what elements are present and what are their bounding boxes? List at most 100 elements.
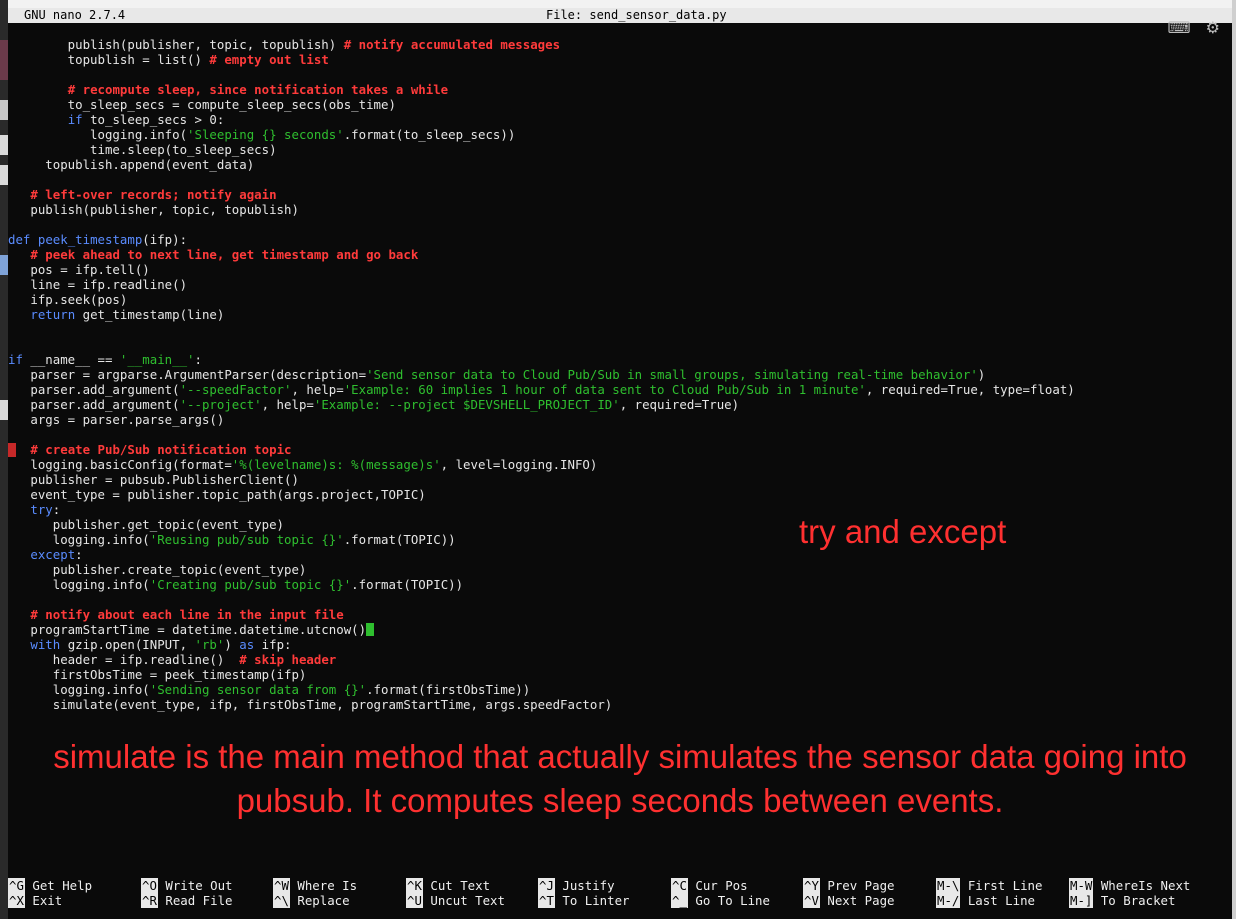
code-text: args = parser.parse_args() <box>8 412 225 427</box>
shortcut-uncut-text[interactable]: ^U Uncut Text <box>406 893 505 908</box>
shortcut-label: Prev Page <box>819 878 895 893</box>
code-line[interactable]: publish(publisher, topic, topublish) # n… <box>8 37 1075 52</box>
code-text: to_sleep_secs > 0: <box>82 112 225 127</box>
code-text: logging.info( <box>8 532 150 547</box>
terminal-top-border <box>8 0 1232 8</box>
code-line[interactable]: time.sleep(to_sleep_secs) <box>8 142 1075 157</box>
code-line[interactable]: with gzip.open(INPUT, 'rb') as ifp: <box>8 637 1075 652</box>
code-line[interactable]: firstObsTime = peek_timestamp(ifp) <box>8 667 1075 682</box>
shortcut-label: Go To Line <box>687 893 770 908</box>
code-line[interactable]: # notify about each line in the input fi… <box>8 607 1075 622</box>
keyboard-icon[interactable]: ⌨ <box>1167 18 1190 37</box>
shortcut-next-page[interactable]: ^V Next Page <box>803 893 895 908</box>
shortcut-cur-pos[interactable]: ^C Cur Pos <box>671 878 748 893</box>
code-line[interactable]: publisher.create_topic(event_type) <box>8 562 1075 577</box>
shortcut-justify[interactable]: ^J Justify <box>538 878 615 893</box>
shortcut-where-is[interactable]: ^W Where Is <box>273 878 357 893</box>
code-line[interactable]: topublish = list() # empty out list <box>8 52 1075 67</box>
shortcut-key: M-/ <box>936 893 961 908</box>
shortcut-cut-text[interactable]: ^K Cut Text <box>406 878 490 893</box>
code-line[interactable] <box>8 592 1075 607</box>
shortcut-replace[interactable]: ^\ Replace <box>273 893 350 908</box>
terminal-window[interactable]: GNU nano 2.7.4 File: send_sensor_data.py… <box>8 0 1232 919</box>
code-text: parser.add_argument( <box>8 382 180 397</box>
shortcut-first-line[interactable]: M-\ First Line <box>936 878 1042 893</box>
shortcut-key: ^O <box>141 878 158 893</box>
code-line[interactable]: header = ifp.readline() # skip header <box>8 652 1075 667</box>
file-name: File: send_sensor_data.py <box>546 8 727 22</box>
code-editor-area[interactable]: publish(publisher, topic, topublish) # n… <box>8 37 1075 712</box>
shortcut-prev-page[interactable]: ^Y Prev Page <box>803 878 895 893</box>
code-line[interactable]: programStartTime = datetime.datetime.utc… <box>8 622 1075 637</box>
code-line[interactable]: parser.add_argument('--speedFactor', hel… <box>8 382 1075 397</box>
code-line[interactable] <box>8 337 1075 352</box>
code-line[interactable]: topublish.append(event_data) <box>8 157 1075 172</box>
shortcut-key: ^T <box>538 893 555 908</box>
code-line[interactable]: def peek_timestamp(ifp): <box>8 232 1075 247</box>
code-text: , required=True, type=float) <box>865 382 1075 397</box>
code-text: pos = ifp.tell() <box>8 262 150 277</box>
gear-icon[interactable]: ⚙ <box>1206 18 1220 37</box>
shortcut-read-file[interactable]: ^R Read File <box>141 893 233 908</box>
simulate-annotation: simulate is the main method that actuall… <box>53 738 1187 819</box>
code-line[interactable] <box>8 322 1075 337</box>
code-line[interactable]: # create Pub/Sub notification topic <box>8 442 1075 457</box>
shortcut-key: ^\ <box>273 893 290 908</box>
code-line[interactable]: ifp.seek(pos) <box>8 292 1075 307</box>
code-text: topublish = list() <box>8 52 210 67</box>
code-line[interactable]: logging.info('Sending sensor data from {… <box>8 682 1075 697</box>
code-line[interactable]: # left-over records; notify again <box>8 187 1075 202</box>
code-text: , required=True) <box>619 397 740 412</box>
code-keyword: try <box>30 502 53 517</box>
code-line[interactable]: parser = argparse.ArgumentParser(descrip… <box>8 367 1075 382</box>
code-line[interactable]: line = ifp.readline() <box>8 277 1075 292</box>
shortcut-key: ^Y <box>803 878 820 893</box>
code-line[interactable]: if __name__ == '__main__': <box>8 352 1075 367</box>
code-line[interactable]: to_sleep_secs = compute_sleep_secs(obs_t… <box>8 97 1075 112</box>
code-text: , help= <box>291 382 344 397</box>
shortcut-whereis-next[interactable]: M-W WhereIs Next <box>1069 878 1190 893</box>
shortcut-to-linter[interactable]: ^T To Linter <box>538 893 630 908</box>
shortcut-get-help[interactable]: ^G Get Help <box>8 878 92 893</box>
code-line[interactable]: logging.basicConfig(format='%(levelname)… <box>8 457 1075 472</box>
code-text: logging.info( <box>8 682 150 697</box>
code-line[interactable]: # peek ahead to next line, get timestamp… <box>8 247 1075 262</box>
nano-version: GNU nano 2.7.4 <box>24 8 126 22</box>
code-line[interactable] <box>8 217 1075 232</box>
code-line[interactable]: parser.add_argument('--project', help='E… <box>8 397 1075 412</box>
code-line[interactable]: if to_sleep_secs > 0: <box>8 112 1075 127</box>
shortcut-label: Exit <box>24 893 63 908</box>
code-line[interactable]: logging.info('Sleeping {} seconds'.forma… <box>8 127 1075 142</box>
code-keyword: except <box>30 547 76 562</box>
shortcut-write-out[interactable]: ^O Write Out <box>141 878 233 893</box>
code-line[interactable]: simulate(event_type, ifp, firstObsTime, … <box>8 697 1075 712</box>
shortcut-key: ^W <box>273 878 290 893</box>
code-line[interactable]: pos = ifp.tell() <box>8 262 1075 277</box>
code-line[interactable]: publisher = pubsub.PublisherClient() <box>8 472 1075 487</box>
shortcut-to-bracket[interactable]: M-] To Bracket <box>1069 893 1175 908</box>
code-keyword: with <box>30 637 61 652</box>
shortcut-key: ^K <box>406 878 423 893</box>
code-line[interactable] <box>8 67 1075 82</box>
shortcut-go-to-line[interactable]: ^_ Go To Line <box>671 893 770 908</box>
code-line[interactable]: logging.info('Creating pub/sub topic {}'… <box>8 577 1075 592</box>
code-line[interactable] <box>8 172 1075 187</box>
code-line[interactable]: publish(publisher, topic, topublish) <box>8 202 1075 217</box>
code-text: to_sleep_secs = compute_sleep_secs(obs_t… <box>8 97 396 112</box>
code-line[interactable]: args = parser.parse_args() <box>8 412 1075 427</box>
code-line[interactable] <box>8 427 1075 442</box>
code-text: publisher.get_topic(event_type) <box>8 517 285 532</box>
shortcut-exit[interactable]: ^X Exit <box>8 893 62 908</box>
code-line[interactable]: event_type = publisher.topic_path(args.p… <box>8 487 1075 502</box>
code-line[interactable]: return get_timestamp(line) <box>8 307 1075 322</box>
code-line[interactable]: # recompute sleep, since notification ta… <box>8 82 1075 97</box>
code-comment: # recompute sleep, since notification ta… <box>67 82 449 97</box>
shortcut-last-line[interactable]: M-/ Last Line <box>936 893 1035 908</box>
code-text: programStartTime = datetime.datetime.utc… <box>8 622 367 637</box>
code-comment: # left-over records; notify again <box>30 187 277 202</box>
code-keyword: as <box>239 637 255 652</box>
